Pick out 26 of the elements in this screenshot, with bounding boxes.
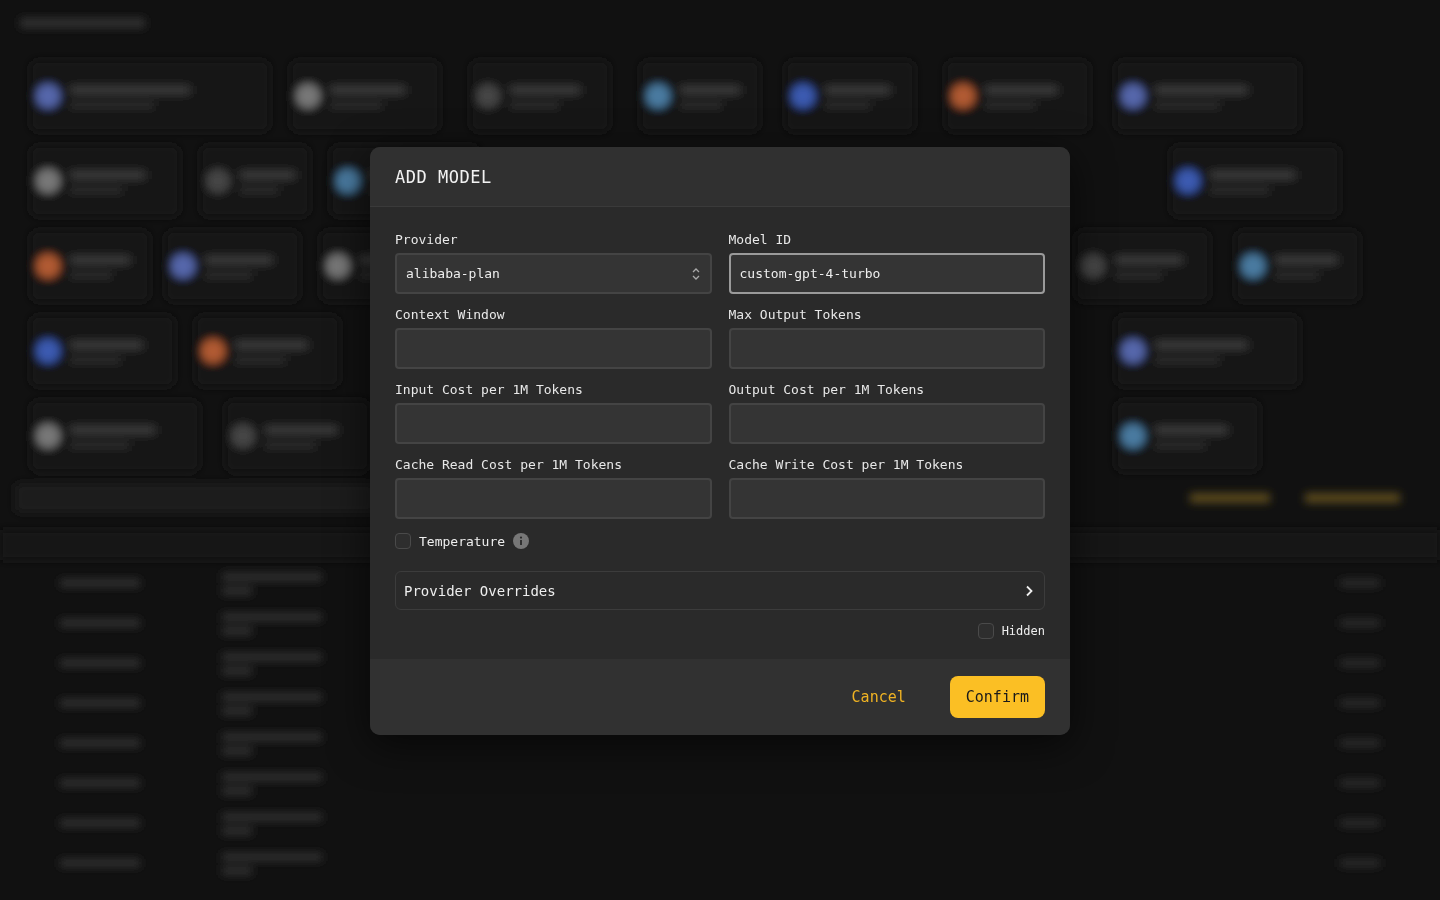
input-field[interactable] <box>395 328 712 369</box>
field-label: Cache Write Cost per 1M Tokens <box>728 457 965 472</box>
checkbox-label: Temperature <box>419 533 506 549</box>
field-label: Output Cost per 1M Tokens <box>728 382 926 397</box>
input-field[interactable] <box>395 478 712 519</box>
field-label: Cache Read Cost per 1M Tokens <box>395 457 623 472</box>
input-field[interactable] <box>728 328 1045 369</box>
provider-overrides-toggle[interactable]: Provider Overrides <box>395 571 1045 610</box>
info-icon <box>513 533 530 549</box>
hidden-checkbox[interactable] <box>977 623 994 639</box>
input-field[interactable] <box>728 403 1045 444</box>
input-field[interactable]: custom-gpt-4-turbo <box>728 253 1045 294</box>
provider-select[interactable]: alibaba-plan <box>395 253 712 294</box>
input-field[interactable] <box>728 478 1045 519</box>
field-label: Model ID <box>728 232 793 247</box>
cancel-button[interactable]: Cancel <box>835 676 922 718</box>
chevron-right-icon <box>1024 584 1034 597</box>
temperature-checkbox[interactable] <box>395 533 411 549</box>
field-label: Context Window <box>395 307 506 322</box>
field-label: Max Output Tokens <box>728 307 863 322</box>
input-field[interactable] <box>395 403 712 444</box>
confirm-button[interactable]: Confirm <box>949 676 1045 718</box>
field-label: Provider <box>395 232 459 247</box>
dialog-title: ADD MODEL <box>395 166 492 187</box>
checkbox-label: Hidden <box>1001 624 1045 638</box>
field-label: Input Cost per 1M Tokens <box>395 382 584 397</box>
